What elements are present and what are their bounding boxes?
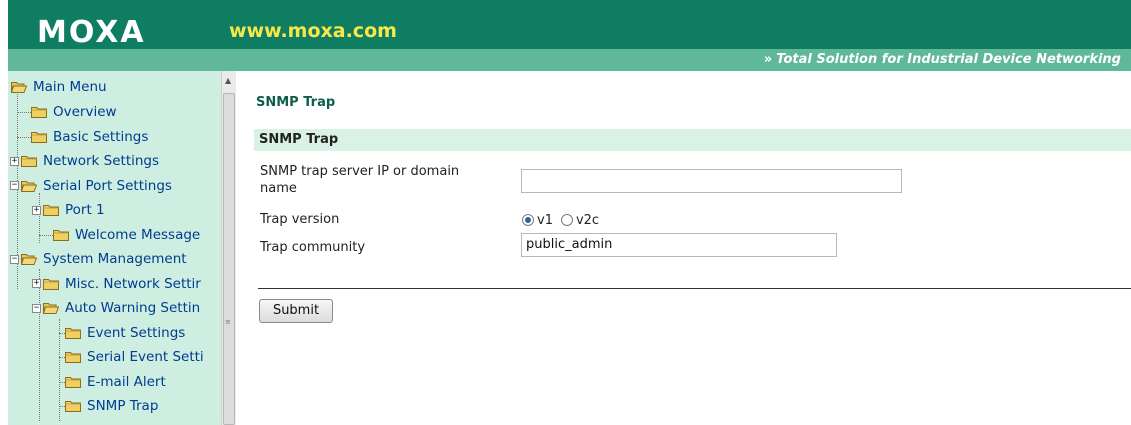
trap-community-input[interactable]: public_admin: [521, 233, 837, 257]
sidebar-item-label: E-mail Alert: [87, 373, 166, 390]
folder-closed-icon: [43, 278, 59, 290]
folder-closed-icon: [31, 131, 47, 143]
sidebar-item-auto-warning-settin[interactable]: − Auto Warning Settin: [32, 298, 200, 318]
sidebar-item-label: Event Settings: [87, 324, 186, 341]
folder-closed-icon: [65, 351, 81, 363]
sidebar-item-label: Serial Event Setti: [87, 349, 204, 365]
folder-open-icon: [43, 302, 59, 314]
sidebar-item-label: Welcome Message: [75, 226, 201, 243]
trap-server-input[interactable]: [521, 169, 902, 193]
submit-button[interactable]: Submit: [259, 299, 333, 323]
tree-connector: [59, 406, 65, 407]
form-divider: [258, 288, 1131, 289]
trap-version-v1-label[interactable]: v1: [537, 213, 553, 228]
sidebar-item-label: System Management: [43, 251, 187, 267]
collapse-icon[interactable]: −: [10, 181, 19, 190]
tree-connector: [59, 332, 65, 334]
sidebar-item-serial-event-setti[interactable]: Serial Event Setti: [65, 347, 204, 367]
sidebar-item-label: Network Settings: [43, 153, 160, 169]
tagline-text: Total Solution for Industrial Device Net…: [776, 52, 1121, 67]
sidebar-item-label: Main Menu: [33, 79, 107, 95]
tagline: » Total Solution for Industrial Device Ne…: [764, 52, 1121, 68]
folder-closed-icon: [31, 106, 47, 118]
scrollbar-thumb[interactable]: [223, 93, 235, 425]
trap-server-label-line1: SNMP trap server IP or domain: [260, 164, 460, 179]
folder-open-icon: [11, 81, 27, 93]
sidebar-scrollbar[interactable]: ▲ ≡: [221, 71, 236, 425]
sidebar-item-port-1[interactable]: + Port 1: [32, 200, 105, 220]
collapse-icon[interactable]: −: [10, 254, 19, 264]
folder-closed-icon: [65, 327, 81, 339]
tree-connector: [59, 357, 65, 358]
header-banner: MOXA www.moxa.com » Total Solution for In…: [0, 0, 1131, 71]
tree-connector: [17, 112, 31, 113]
sidebar-item-system-management[interactable]: − System Management: [10, 249, 187, 269]
trap-version-v2c-label[interactable]: v2c: [576, 213, 599, 228]
sidebar-item-label: SNMP Trap: [87, 398, 159, 414]
sidebar-item-serial-port-settings[interactable]: − Serial Port Settings: [10, 176, 172, 196]
folder-closed-icon: [65, 400, 81, 412]
sidebar-menu: Main Menu Overview Basic Settings + Network…: [8, 71, 236, 425]
moxa-url: www.moxa.com: [229, 20, 397, 42]
app-window: MOXA www.moxa.com » Total Solution for In…: [0, 0, 1131, 425]
menu-tree: Main Menu Overview Basic Settings + Network…: [8, 71, 221, 425]
section-header: SNMP Trap: [254, 129, 1131, 151]
moxa-logo: MOXA: [37, 15, 146, 50]
expand-icon[interactable]: +: [10, 156, 19, 166]
main-content: SNMP Trap SNMP Trap SNMP trap server IP …: [236, 71, 1131, 425]
folder-open-icon: [21, 253, 37, 265]
expand-icon[interactable]: +: [32, 205, 41, 215]
sidebar-item-e-mail-alert[interactable]: E-mail Alert: [65, 372, 166, 392]
double-arrow-icon: »: [763, 52, 773, 67]
trap-server-label: SNMP trap server IP or domain name: [260, 163, 459, 197]
scroll-grip-icon: ≡: [225, 318, 231, 326]
trap-community-label: Trap community: [260, 240, 366, 255]
expand-icon[interactable]: +: [32, 279, 41, 288]
sidebar-item-snmp-trap[interactable]: SNMP Trap: [65, 396, 158, 416]
trap-version-label: Trap version: [260, 212, 340, 227]
sidebar-item-overview[interactable]: Overview: [31, 102, 117, 122]
page-title: SNMP Trap: [256, 95, 336, 110]
sidebar-item-welcome-message[interactable]: Welcome Message: [53, 225, 200, 245]
sidebar-item-label: Overview: [53, 104, 117, 120]
folder-closed-icon: [21, 155, 37, 167]
sidebar-item-basic-settings[interactable]: Basic Settings: [31, 127, 148, 147]
sidebar-item-label: Misc. Network Settir: [65, 275, 201, 292]
tree-connector: [39, 234, 53, 236]
header-left-edge: [0, 0, 8, 71]
folder-closed-icon: [65, 376, 81, 388]
sidebar-item-label: Port 1: [65, 202, 105, 218]
folder-open-icon: [21, 180, 37, 192]
folder-closed-icon: [43, 204, 59, 216]
sidebar-item-label: Auto Warning Settin: [65, 300, 201, 316]
tree-connector: [59, 381, 65, 383]
trap-version-v1-radio[interactable]: [522, 214, 534, 226]
sidebar-item-main-menu[interactable]: Main Menu: [11, 77, 107, 97]
folder-closed-icon: [53, 229, 69, 241]
trap-server-label-line2: name: [260, 181, 297, 196]
trap-version-radio-group: v1 v2c: [522, 211, 607, 229]
collapse-icon[interactable]: −: [32, 303, 41, 313]
sidebar-item-label: Basic Settings: [53, 128, 149, 145]
sidebar-item-label: Serial Port Settings: [43, 177, 172, 194]
tree-connector: [17, 136, 31, 138]
sidebar-item-misc-network-settir[interactable]: + Misc. Network Settir: [32, 274, 201, 294]
scroll-up-arrow-icon[interactable]: ▲: [225, 76, 231, 85]
trap-version-v2c-radio[interactable]: [560, 214, 573, 226]
sidebar-item-event-settings[interactable]: Event Settings: [65, 323, 185, 343]
sidebar-item-network-settings[interactable]: + Network Settings: [10, 151, 159, 171]
